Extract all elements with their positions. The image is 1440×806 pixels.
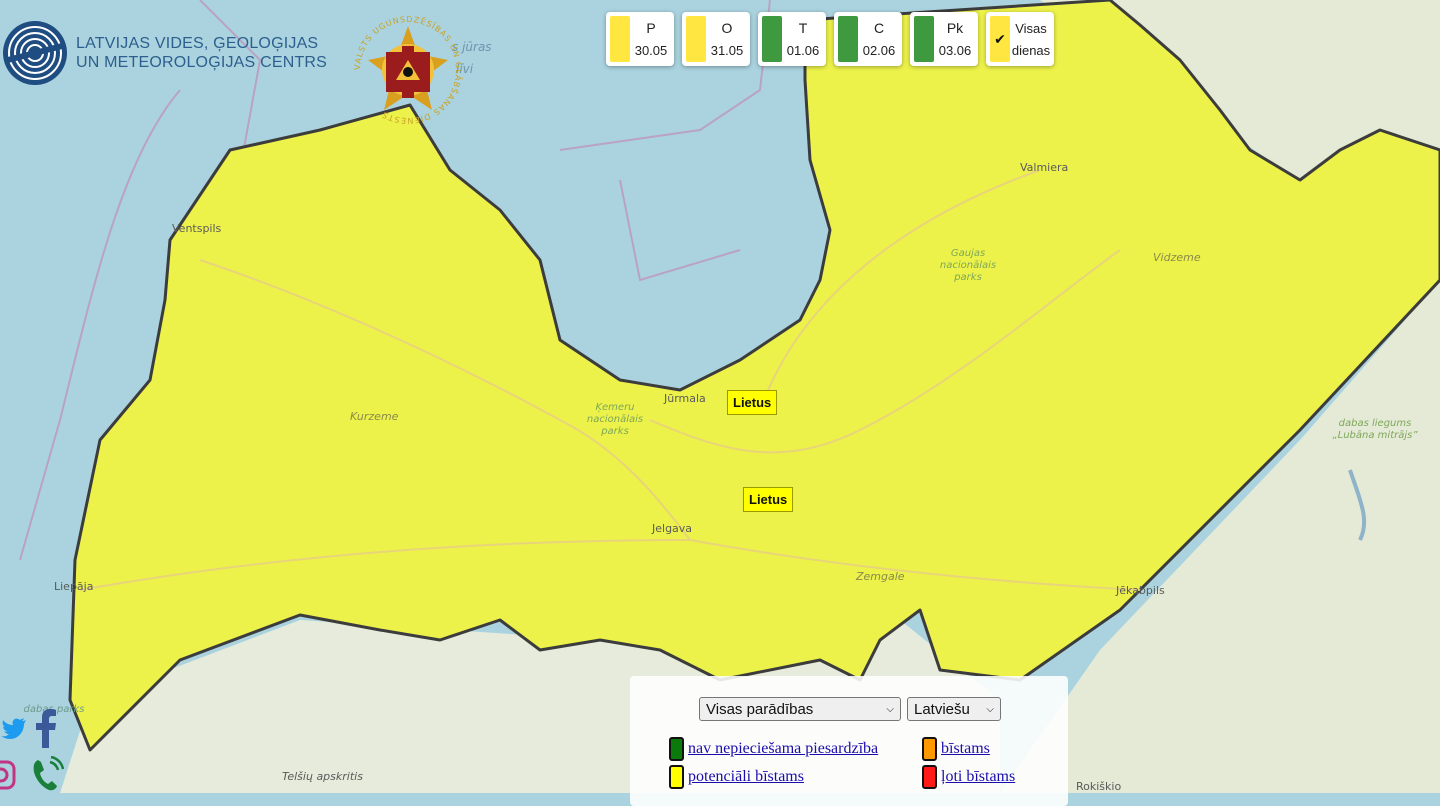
day-button-4[interactable]: C 02.06 bbox=[834, 12, 902, 66]
map-label-ventspils: Ventspils bbox=[172, 222, 222, 235]
day-date: 03.06 bbox=[938, 43, 972, 58]
lvgmc-logo-line2: UN METEOROLOĢIJAS CENTRS bbox=[76, 54, 328, 71]
legend-item-yellow: potenciāli bīstams bbox=[669, 765, 804, 789]
lvgmc-logo-text: LATVIJAS VIDES, ĢEOLOĢIJAS UN METEOROLOĢ… bbox=[76, 34, 327, 72]
twitter-icon[interactable] bbox=[0, 714, 28, 742]
lvgmc-logo[interactable]: LATVIJAS VIDES, ĢEOLOĢIJAS UN METEOROLOĢ… bbox=[2, 20, 327, 86]
legend-link-yellow[interactable]: potenciāli bīstams bbox=[688, 768, 804, 786]
map[interactable] bbox=[0, 0, 1440, 793]
vugd-emblem[interactable]: VALSTS UGUNSDZĒSĪBAS UN GLĀBŠANAS DIENES… bbox=[352, 14, 464, 126]
day-status-bar bbox=[686, 16, 706, 62]
day-name: Pk bbox=[946, 20, 964, 36]
legend-swatch bbox=[669, 765, 684, 789]
legend-link-orange[interactable]: bīstams bbox=[941, 740, 990, 758]
day-date: 31.05 bbox=[710, 43, 744, 58]
all-days-line1: Visas bbox=[1015, 21, 1047, 36]
day-name: O bbox=[721, 20, 733, 36]
phenomenon-select-value: Visas parādības bbox=[706, 700, 814, 718]
day-button-2[interactable]: O 31.05 bbox=[682, 12, 750, 66]
day-date: 01.06 bbox=[786, 43, 820, 58]
chevron-down-icon: ⌵ bbox=[986, 703, 994, 715]
legend-swatch bbox=[669, 737, 684, 761]
day-status-bar bbox=[610, 16, 630, 62]
map-label-jekabpils: Jēkabpils bbox=[1116, 584, 1165, 597]
day-status-bar bbox=[762, 16, 782, 62]
facebook-icon[interactable] bbox=[34, 708, 58, 748]
phone-icon[interactable] bbox=[30, 756, 64, 793]
map-label-kemeru: Ķemeru nacionālais parks bbox=[586, 402, 644, 437]
legend-swatch bbox=[922, 765, 937, 789]
day-name: P bbox=[646, 20, 656, 36]
map-label-zemgale: Zemgale bbox=[856, 570, 905, 583]
warning-label[interactable]: Lietus bbox=[743, 487, 794, 512]
chevron-down-icon: ⌵ bbox=[886, 703, 894, 715]
all-days-line2: dienas bbox=[1011, 43, 1051, 58]
map-label-kurzeme: Kurzeme bbox=[350, 410, 399, 423]
checkmark-icon: ✔ bbox=[994, 30, 1006, 47]
map-label-lubana: dabas liegums „Lubāna mitrājs” bbox=[1332, 418, 1418, 441]
day-date: 30.05 bbox=[634, 43, 668, 58]
day-status-bar bbox=[914, 16, 934, 62]
instagram-icon[interactable] bbox=[0, 760, 16, 793]
map-label-jelgava: Jelgava bbox=[652, 522, 693, 535]
map-label-liepaja: Liepāja bbox=[54, 580, 94, 593]
language-select[interactable]: Latviešu ⌵ bbox=[907, 697, 1001, 721]
lvgmc-logo-line1: LATVIJAS VIDES, ĢEOLOĢIJAS bbox=[76, 35, 319, 52]
warning-label[interactable]: Lietus bbox=[727, 390, 778, 415]
day-status-bar bbox=[838, 16, 858, 62]
day-selector: P 30.05 O 31.05 T 01.06 C 02.06 Pk 03.06… bbox=[606, 12, 1054, 66]
day-name: T bbox=[798, 20, 808, 36]
all-days-button[interactable]: ✔ Visas dienas bbox=[986, 12, 1054, 66]
legend-item-green: nav nepieciešama piesardzība bbox=[669, 737, 878, 761]
map-label-jurmala: Jūrmala bbox=[664, 392, 706, 405]
legend-swatch bbox=[922, 737, 937, 761]
day-button-1[interactable]: P 30.05 bbox=[606, 12, 674, 66]
map-label-telsiu: Telšių apskritis bbox=[282, 770, 363, 783]
legend-item-orange: bīstams bbox=[922, 737, 990, 761]
language-select-value: Latviešu bbox=[914, 700, 970, 718]
map-label-vidzeme: Vidzeme bbox=[1153, 251, 1201, 264]
map-label-rokiskio: Rokiškio bbox=[1076, 780, 1122, 793]
legend-item-red: ļoti bīstams bbox=[922, 765, 1015, 789]
map-label-gaujas: Gaujas nacionālais parks bbox=[939, 248, 997, 283]
day-button-5[interactable]: Pk 03.06 bbox=[910, 12, 978, 66]
day-button-3[interactable]: T 01.06 bbox=[758, 12, 826, 66]
legend-panel: Visas parādības ⌵ Latviešu ⌵ nav nepieci… bbox=[630, 676, 1068, 806]
legend-link-green[interactable]: nav nepieciešama piesardzība bbox=[688, 740, 878, 758]
legend-link-red[interactable]: ļoti bīstams bbox=[941, 768, 1015, 786]
map-label-valmiera: Valmiera bbox=[1020, 161, 1069, 174]
lvgmc-logo-icon bbox=[3, 21, 67, 85]
day-name: C bbox=[873, 20, 885, 36]
phenomenon-select[interactable]: Visas parādības ⌵ bbox=[699, 697, 901, 721]
day-date: 02.06 bbox=[862, 43, 896, 58]
